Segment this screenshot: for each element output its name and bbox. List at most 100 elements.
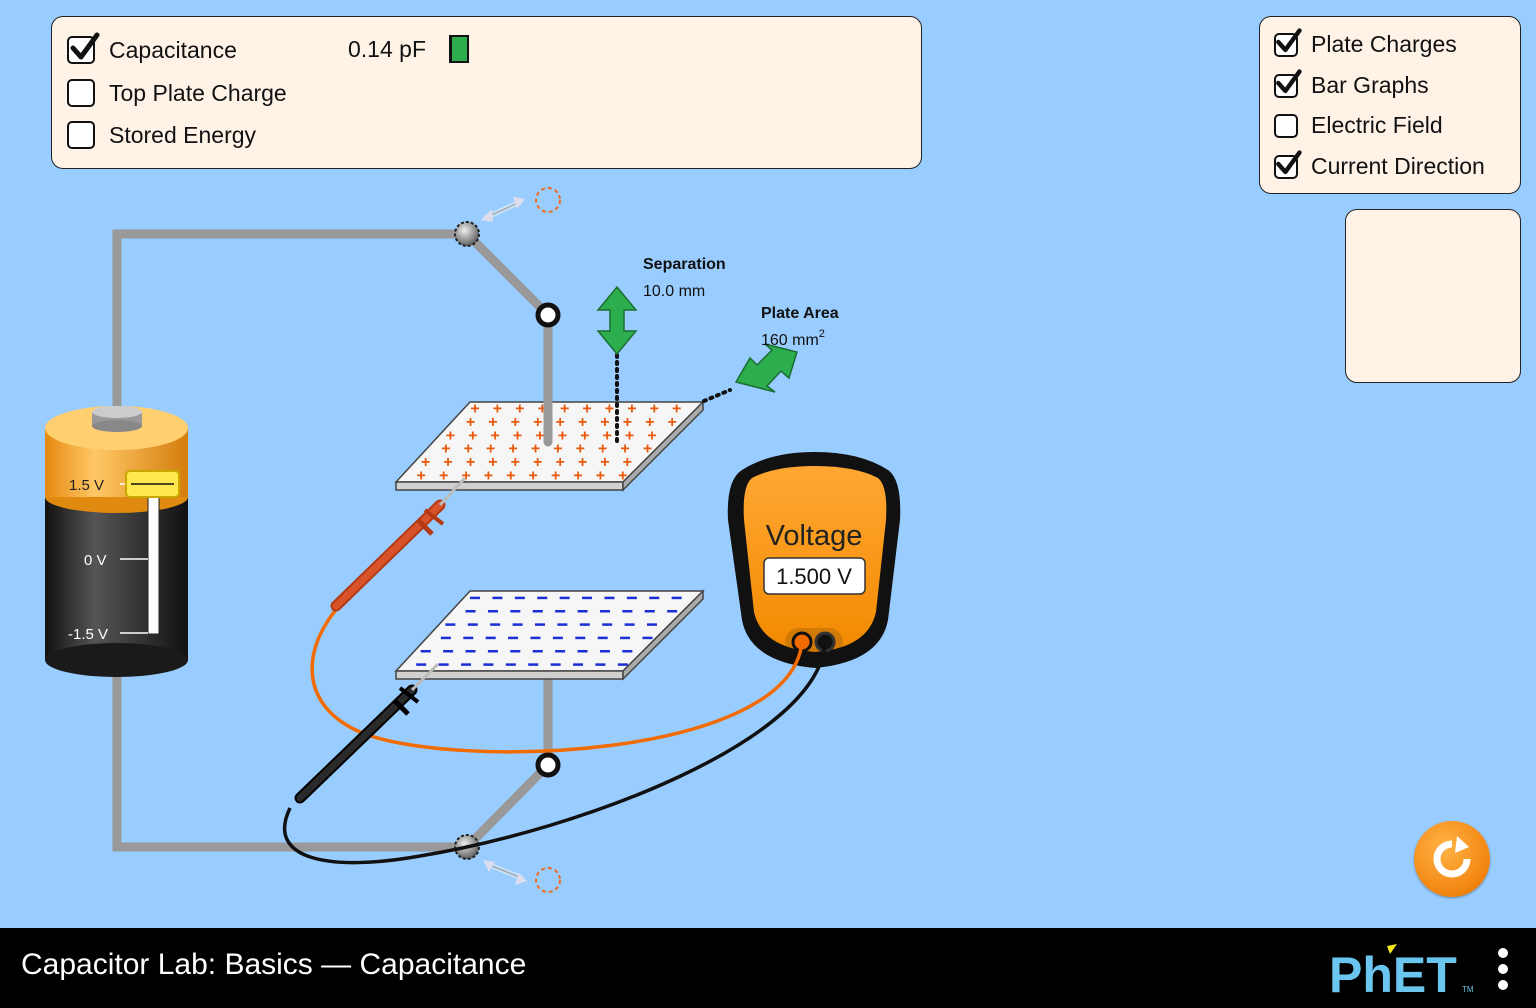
check-icon [1276, 27, 1302, 52]
negative-charge-icon [512, 623, 523, 626]
checkbox-box [1274, 113, 1298, 138]
red-probe[interactable] [330, 476, 467, 612]
negative-charge-icon [597, 636, 608, 640]
bar-graphs-checkbox[interactable]: Bar Graphs [1274, 68, 1429, 99]
plate-charges-checkbox[interactable]: Plate Charges [1274, 27, 1457, 58]
negative-charge-icon [559, 596, 570, 600]
plate-area-guide [702, 388, 732, 403]
capacitance-bar-graph [449, 35, 469, 63]
capacitance-label: Capacitance [109, 36, 237, 63]
top-plate-charge-checkbox[interactable]: Top Plate Charge [67, 79, 287, 107]
negative-charge-icon [416, 663, 427, 666]
checkbox-box [67, 32, 100, 64]
positive-charge-icon: + [529, 467, 538, 484]
positive-charge-icon: + [596, 467, 605, 484]
positive-charge-icon: + [668, 414, 677, 431]
positive-charge-icon: + [618, 467, 627, 484]
negative-charge-icon [465, 650, 476, 653]
reset-icon [1433, 836, 1471, 878]
negative-charge-icon [577, 610, 588, 613]
current-direction-checkbox[interactable]: Current Direction [1274, 149, 1485, 180]
black-probe[interactable] [294, 662, 440, 804]
plate-area-arrow[interactable] [734, 343, 798, 393]
separation-label: Separation [643, 256, 726, 273]
negative-charge-icon [445, 623, 456, 626]
bottom-switch[interactable] [454, 834, 561, 893]
positive-charge-icon: + [643, 441, 652, 458]
navigation-bar: Capacitor Lab: Basics — Capacitance PhET… [0, 928, 1536, 1008]
negative-charge-icon [440, 636, 451, 640]
separation-value: 10.0 mm [643, 283, 705, 300]
negative-charge-icon [671, 596, 682, 600]
separation-arrow[interactable] [596, 285, 638, 356]
negative-charge-icon [624, 623, 635, 626]
capacitance-value: 0.14 pF [348, 36, 426, 62]
current-direction-label: Current Direction [1311, 153, 1485, 179]
negative-charge-icon [550, 663, 561, 666]
meters-panel: Capacitance Top Plate Charge Stored Ener… [51, 16, 922, 169]
checkbox-box [1274, 68, 1302, 98]
negative-charge-icon [470, 596, 481, 600]
negative-charge-icon [505, 663, 516, 666]
top-switch[interactable] [454, 187, 561, 247]
negative-charge-icon [485, 636, 496, 640]
battery-tick-bottom: -1.5 V [68, 626, 108, 643]
positive-charge-icon: + [551, 467, 560, 484]
top-plate-charge-label: Top Plate Charge [109, 79, 287, 106]
negative-charge-icon [438, 663, 449, 666]
negative-charge-icon [642, 636, 653, 640]
battery [45, 406, 188, 677]
positive-charge-icon: + [484, 467, 493, 484]
negative-charge-icon [463, 636, 474, 640]
checkbox-box [67, 79, 95, 107]
negative-charge-icon [599, 650, 610, 653]
negative-charge-icon [620, 636, 631, 640]
electric-field-checkbox[interactable]: Electric Field [1274, 112, 1443, 139]
negative-charge-icon [490, 623, 501, 626]
negative-charge-icon [555, 650, 566, 653]
phet-logo[interactable]: PhET TM [1329, 942, 1479, 1003]
positive-charge-icon: + [506, 467, 515, 484]
negative-charge-icon [649, 596, 660, 600]
check-icon [70, 32, 100, 60]
negative-charge-icon [510, 610, 521, 613]
negative-charge-icon [622, 650, 633, 653]
positive-charge-icon: + [417, 467, 426, 484]
phet-logo-icon: PhET TM [1329, 944, 1474, 1003]
negative-charge-icon [483, 663, 494, 666]
negative-charge-icon [573, 663, 584, 666]
sim-title: Capacitor Lab: Basics — Capacitance [21, 948, 527, 981]
battery-voltage-slider-thumb[interactable] [125, 470, 180, 498]
negative-charge-icon [626, 596, 637, 600]
negative-charge-icon [510, 650, 521, 653]
negative-charge-icon [487, 650, 498, 653]
checkbox-box [1274, 27, 1302, 57]
negative-charge-icon [647, 623, 658, 626]
negative-charge-icon [617, 663, 628, 666]
capacitance-checkbox[interactable]: Capacitance [67, 32, 237, 64]
phet-trademark: TM [1462, 985, 1474, 994]
battery-tick-top: 1.5 V [69, 477, 104, 494]
reset-all-button[interactable] [1414, 821, 1490, 897]
stored-energy-checkbox[interactable]: Stored Energy [67, 121, 256, 149]
voltmeter-toolbox[interactable] [1345, 209, 1521, 383]
top-switch-pivot [535, 302, 561, 328]
negative-charge-icon [595, 663, 606, 666]
negative-charge-icon [599, 610, 610, 613]
negative-charge-icon [537, 596, 548, 600]
kebab-menu-icon[interactable] [1495, 948, 1511, 992]
view-options-panel: Plate Charges Bar Graphs Electric Field … [1259, 16, 1521, 194]
positive-charge-icon: + [573, 467, 582, 484]
voltmeter-reading: 1.500 V [776, 564, 852, 589]
negative-charge-icon [508, 636, 519, 640]
plate-area-value: 160 mm2 [761, 328, 825, 349]
negative-charge-icon [602, 623, 613, 626]
negative-charge-icon [465, 610, 476, 613]
voltmeter[interactable] [727, 452, 901, 668]
negative-charge-icon [604, 596, 615, 600]
stored-energy-label: Stored Energy [109, 121, 257, 148]
battery-tick-mid: 0 V [84, 552, 107, 569]
bottom-switch-pivot [535, 752, 561, 778]
negative-charge-icon [579, 623, 590, 626]
bar-graphs-label: Bar Graphs [1311, 72, 1429, 98]
